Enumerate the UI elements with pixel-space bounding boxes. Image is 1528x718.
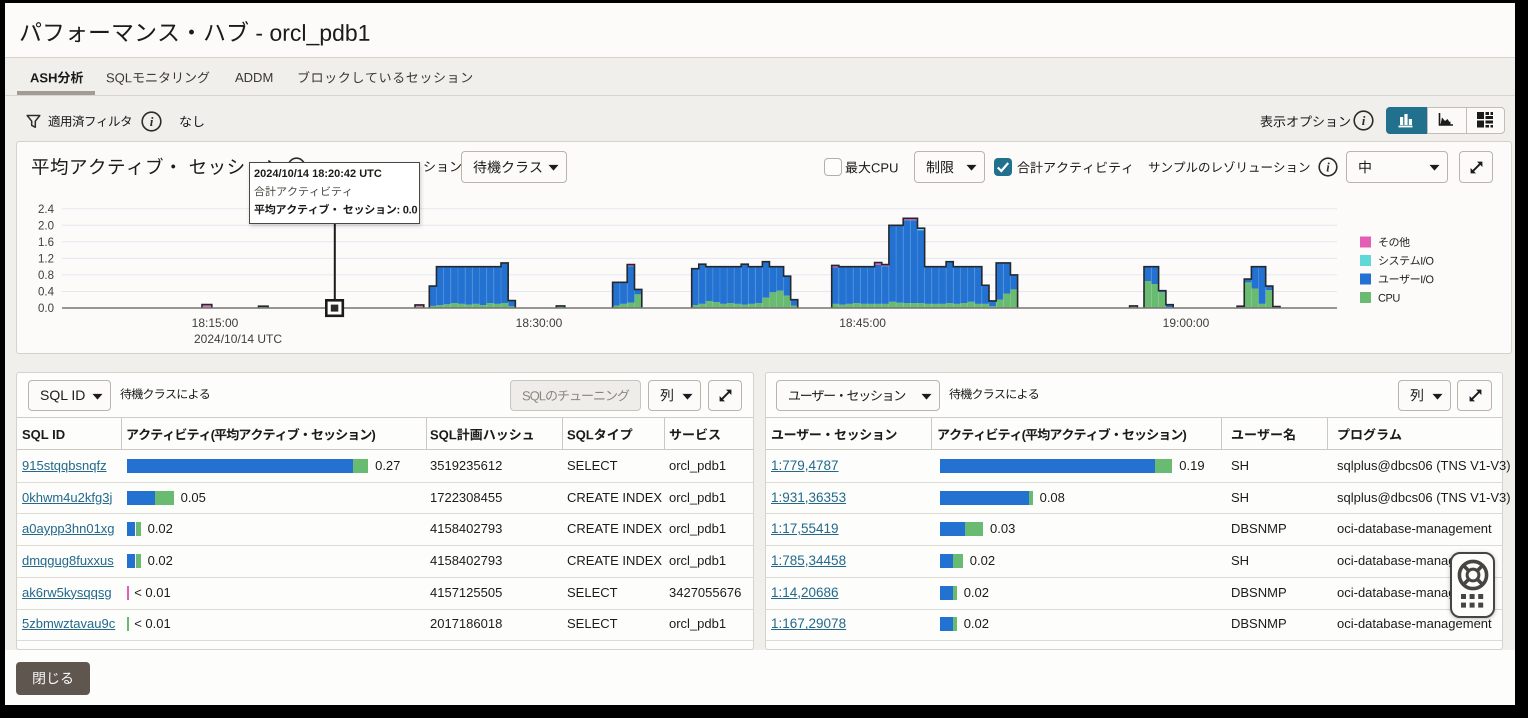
- svg-text:2.0: 2.0: [38, 220, 54, 232]
- svg-text:18:45:00: 18:45:00: [839, 316, 886, 330]
- svg-text:19:00:00: 19:00:00: [1163, 316, 1210, 330]
- svg-text:18:30:00: 18:30:00: [516, 316, 563, 330]
- svg-text:1.6: 1.6: [38, 237, 54, 249]
- svg-text:2.4: 2.4: [38, 204, 55, 216]
- svg-text:0.4: 0.4: [38, 287, 55, 299]
- svg-text:0.8: 0.8: [38, 270, 54, 282]
- svg-text:0.0: 0.0: [38, 303, 54, 315]
- svg-text:1.2: 1.2: [38, 253, 54, 265]
- svg-text:18:15:00: 18:15:00: [192, 316, 239, 330]
- svg-text:2024/10/14 UTC: 2024/10/14 UTC: [194, 332, 282, 346]
- svg-text:i: i: [149, 114, 153, 129]
- svg-text:i: i: [1361, 113, 1365, 128]
